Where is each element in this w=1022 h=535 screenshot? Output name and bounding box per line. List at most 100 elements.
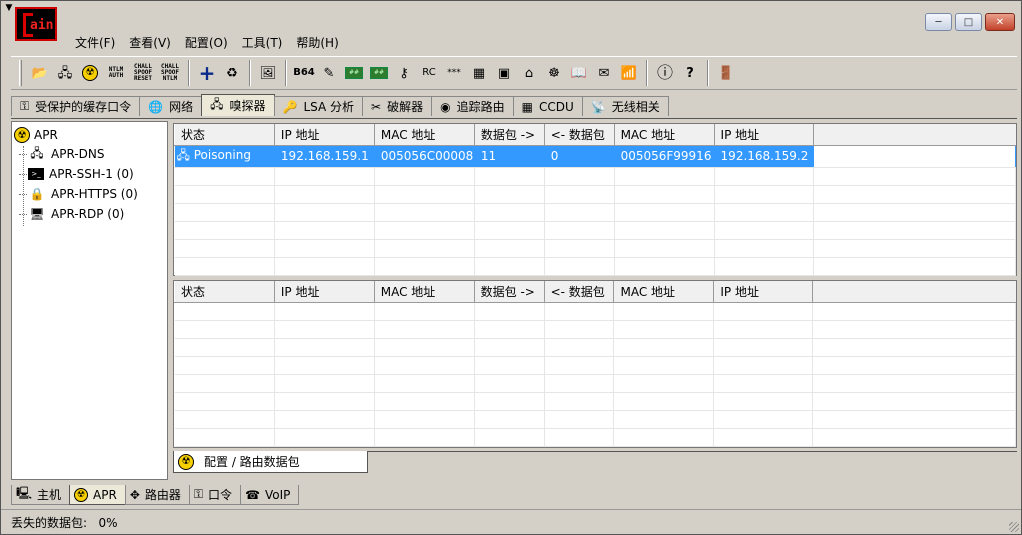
tab-wireless[interactable]: 📡 无线相关 bbox=[581, 96, 669, 116]
tree-item-apr[interactable]: ☢ APR bbox=[14, 126, 165, 144]
menu-help[interactable]: 帮助(H) bbox=[296, 34, 338, 51]
apr-tree: ☢ APR 🖧 APR-DNS >_ APR-SSH-1 (0) 🔒 APR-H… bbox=[11, 121, 168, 480]
password-stars-icon[interactable]: *** bbox=[443, 61, 465, 85]
minimize-button[interactable]: ─ bbox=[925, 13, 952, 31]
col-packets-in[interactable]: <- 数据包 bbox=[543, 124, 615, 146]
tab-sniffer[interactable]: 🖧 嗅探器 bbox=[201, 94, 275, 116]
tab-ccdu[interactable]: ▦ CCDU bbox=[512, 96, 583, 116]
wand-icon[interactable]: ✎ bbox=[318, 61, 340, 85]
close-button[interactable]: ✕ bbox=[985, 13, 1015, 31]
chall-spoof-ntlm-button[interactable]: CHALL SPOOF NTLM bbox=[158, 61, 182, 85]
network-scan-icon[interactable]: ☸ bbox=[543, 61, 565, 85]
col-packets-out[interactable]: 数据包 -> bbox=[473, 281, 545, 303]
tab-label: 主机 bbox=[37, 488, 62, 502]
pwd-calc-icon[interactable]: ## bbox=[368, 61, 390, 85]
main-tabs: ⚿ 受保护的缓存口令 🌐 网络 🖧 嗅探器 🔑 LSA 分析 ✂ 破解器 ◉ 追踪路由 ▦ C… bbox=[11, 94, 669, 116]
col-status[interactable]: 状态 bbox=[174, 124, 275, 146]
tab-routers[interactable]: ✥ 路由器 bbox=[124, 485, 190, 505]
col-ip[interactable]: IP 地址 bbox=[273, 124, 375, 146]
menu-view[interactable]: 查看(V) bbox=[129, 34, 171, 51]
book-icon[interactable]: 📖 bbox=[568, 61, 590, 85]
resize-grip[interactable] bbox=[1009, 522, 1019, 532]
cell-ip-2: 192.168.159.2 bbox=[714, 145, 814, 168]
tab-lsa[interactable]: 🔑 LSA 分析 bbox=[273, 96, 364, 116]
maximize-button[interactable]: □ bbox=[955, 13, 982, 31]
password-icon: ⚿ bbox=[193, 487, 204, 501]
menubar: 文件(F) 查看(V) 配置(O) 工具(T) 帮助(H) bbox=[75, 34, 339, 51]
table-row-empty bbox=[174, 320, 1016, 339]
menu-tools[interactable]: 工具(T) bbox=[242, 34, 283, 51]
tab-cracker[interactable]: ✂ 破解器 bbox=[362, 96, 433, 116]
col-ip-2[interactable]: IP 地址 bbox=[713, 281, 814, 303]
ccdu-icon: ▦ bbox=[521, 99, 533, 114]
tab-network[interactable]: 🌐 网络 bbox=[139, 96, 203, 116]
col-mac[interactable]: MAC 地址 bbox=[373, 124, 475, 146]
network-icon: 🌐 bbox=[148, 99, 164, 114]
certificate-icon[interactable]: ✉ bbox=[593, 61, 615, 85]
help-icon[interactable]: ? bbox=[679, 61, 701, 85]
table-row-empty bbox=[174, 374, 1016, 393]
rdp-icon[interactable]: RC bbox=[418, 61, 440, 85]
routing-table: 状态 IP 地址 MAC 地址 数据包 -> <- 数据包 MAC 地址 IP … bbox=[174, 281, 1016, 447]
ntlm-auth-button[interactable]: NTLM AUTH bbox=[104, 61, 128, 85]
tree-label: APR-HTTPS (0) bbox=[51, 187, 138, 201]
tab-label: 无线相关 bbox=[611, 100, 660, 114]
tab-config-routing[interactable]: ☢ 配置 / 路由数据包 bbox=[173, 451, 368, 473]
system-menu-icon[interactable]: ▼ bbox=[4, 3, 14, 15]
key-tool-icon[interactable]: ⚷ bbox=[393, 61, 415, 85]
col-status[interactable]: 状态 bbox=[174, 281, 275, 303]
add-icon[interactable]: + bbox=[196, 61, 218, 85]
tab-traceroute[interactable]: ◉ 追踪路由 bbox=[431, 96, 514, 116]
poisoning-icon: 🖧 bbox=[176, 147, 190, 162]
tab-cached-passwords[interactable]: ⚿ 受保护的缓存口令 bbox=[11, 96, 141, 116]
chall-spoof-reset-button[interactable]: CHALL SPOOF RESET bbox=[131, 61, 155, 85]
col-packets-out[interactable]: 数据包 -> bbox=[473, 124, 545, 146]
computer-icon: 🖳 bbox=[16, 486, 33, 500]
menu-config[interactable]: 配置(O) bbox=[185, 34, 228, 51]
tree-item-apr-ssh[interactable]: >_ APR-SSH-1 (0) bbox=[14, 164, 165, 184]
toolbar-grip[interactable] bbox=[19, 60, 22, 86]
tab-label: 嗅探器 bbox=[229, 99, 266, 113]
tab-label: CCDU bbox=[538, 99, 574, 114]
col-ip-2[interactable]: IP 地址 bbox=[713, 124, 814, 146]
cell-filler bbox=[813, 145, 1017, 168]
tree-item-apr-dns[interactable]: 🖧 APR-DNS bbox=[14, 144, 165, 164]
table-row-empty bbox=[174, 167, 1017, 186]
cell-packets-in: 0 bbox=[544, 145, 615, 168]
info-icon[interactable]: ⓘ bbox=[654, 61, 676, 85]
decoder-icon[interactable]: 🖼 bbox=[257, 61, 279, 85]
tab-hosts[interactable]: 🖳 主机 bbox=[11, 485, 71, 505]
menu-file[interactable]: 文件(F) bbox=[75, 34, 115, 51]
network-card-icon[interactable]: 🖧 bbox=[54, 61, 76, 85]
col-packets-in[interactable]: <- 数据包 bbox=[543, 281, 615, 303]
tab-apr[interactable]: ☢ APR bbox=[69, 485, 126, 505]
apr-toggle-icon[interactable]: ☢ bbox=[79, 61, 101, 85]
calculator-icon[interactable]: ▦ bbox=[468, 61, 490, 85]
tab-voip[interactable]: ☎ VoIP bbox=[240, 485, 300, 505]
wireless-icon: 📡 bbox=[590, 99, 606, 114]
base64-icon[interactable]: B64 bbox=[293, 61, 315, 85]
recycle-icon[interactable]: ♻ bbox=[221, 61, 243, 85]
tree-item-apr-https[interactable]: 🔒 APR-HTTPS (0) bbox=[14, 184, 165, 204]
poisoning-table: 状态 IP 地址 MAC 地址 数据包 -> <- 数据包 MAC 地址 IP … bbox=[174, 124, 1017, 276]
hash-calc-icon[interactable]: ## bbox=[343, 61, 365, 85]
col-mac-2[interactable]: MAC 地址 bbox=[613, 281, 715, 303]
exit-icon[interactable]: 🚪 bbox=[715, 61, 737, 85]
toolbar: 📂 🖧 ☢ NTLM AUTH CHALL SPOOF RESET CHALL … bbox=[11, 56, 1017, 90]
open-folder-icon[interactable]: 📂 bbox=[29, 61, 51, 85]
tab-label: 受保护的缓存口令 bbox=[35, 100, 132, 114]
monitor-icon[interactable]: ▣ bbox=[493, 61, 515, 85]
col-ip[interactable]: IP 地址 bbox=[273, 281, 375, 303]
tree-item-apr-rdp[interactable]: 🖥 APR-RDP (0) bbox=[14, 204, 165, 224]
wireless-icon[interactable]: 📶 bbox=[618, 61, 640, 85]
col-mac-2[interactable]: MAC 地址 bbox=[613, 124, 715, 146]
table-row[interactable]: 🖧 Poisoning 192.168.159.1 005056C00008 1… bbox=[174, 145, 1017, 168]
tab-label: 口令 bbox=[208, 488, 233, 502]
logo-text: ain bbox=[30, 18, 54, 33]
subtab-label: 配置 / 路由数据包 bbox=[204, 455, 300, 469]
col-mac[interactable]: MAC 地址 bbox=[373, 281, 475, 303]
tab-passwords[interactable]: ⚿ 口令 bbox=[188, 485, 242, 505]
network-tree-icon: 🖧 bbox=[30, 145, 44, 160]
house-icon[interactable]: ⌂ bbox=[518, 61, 540, 85]
poisoning-table-panel: 状态 IP 地址 MAC 地址 数据包 -> <- 数据包 MAC 地址 IP … bbox=[173, 123, 1017, 276]
